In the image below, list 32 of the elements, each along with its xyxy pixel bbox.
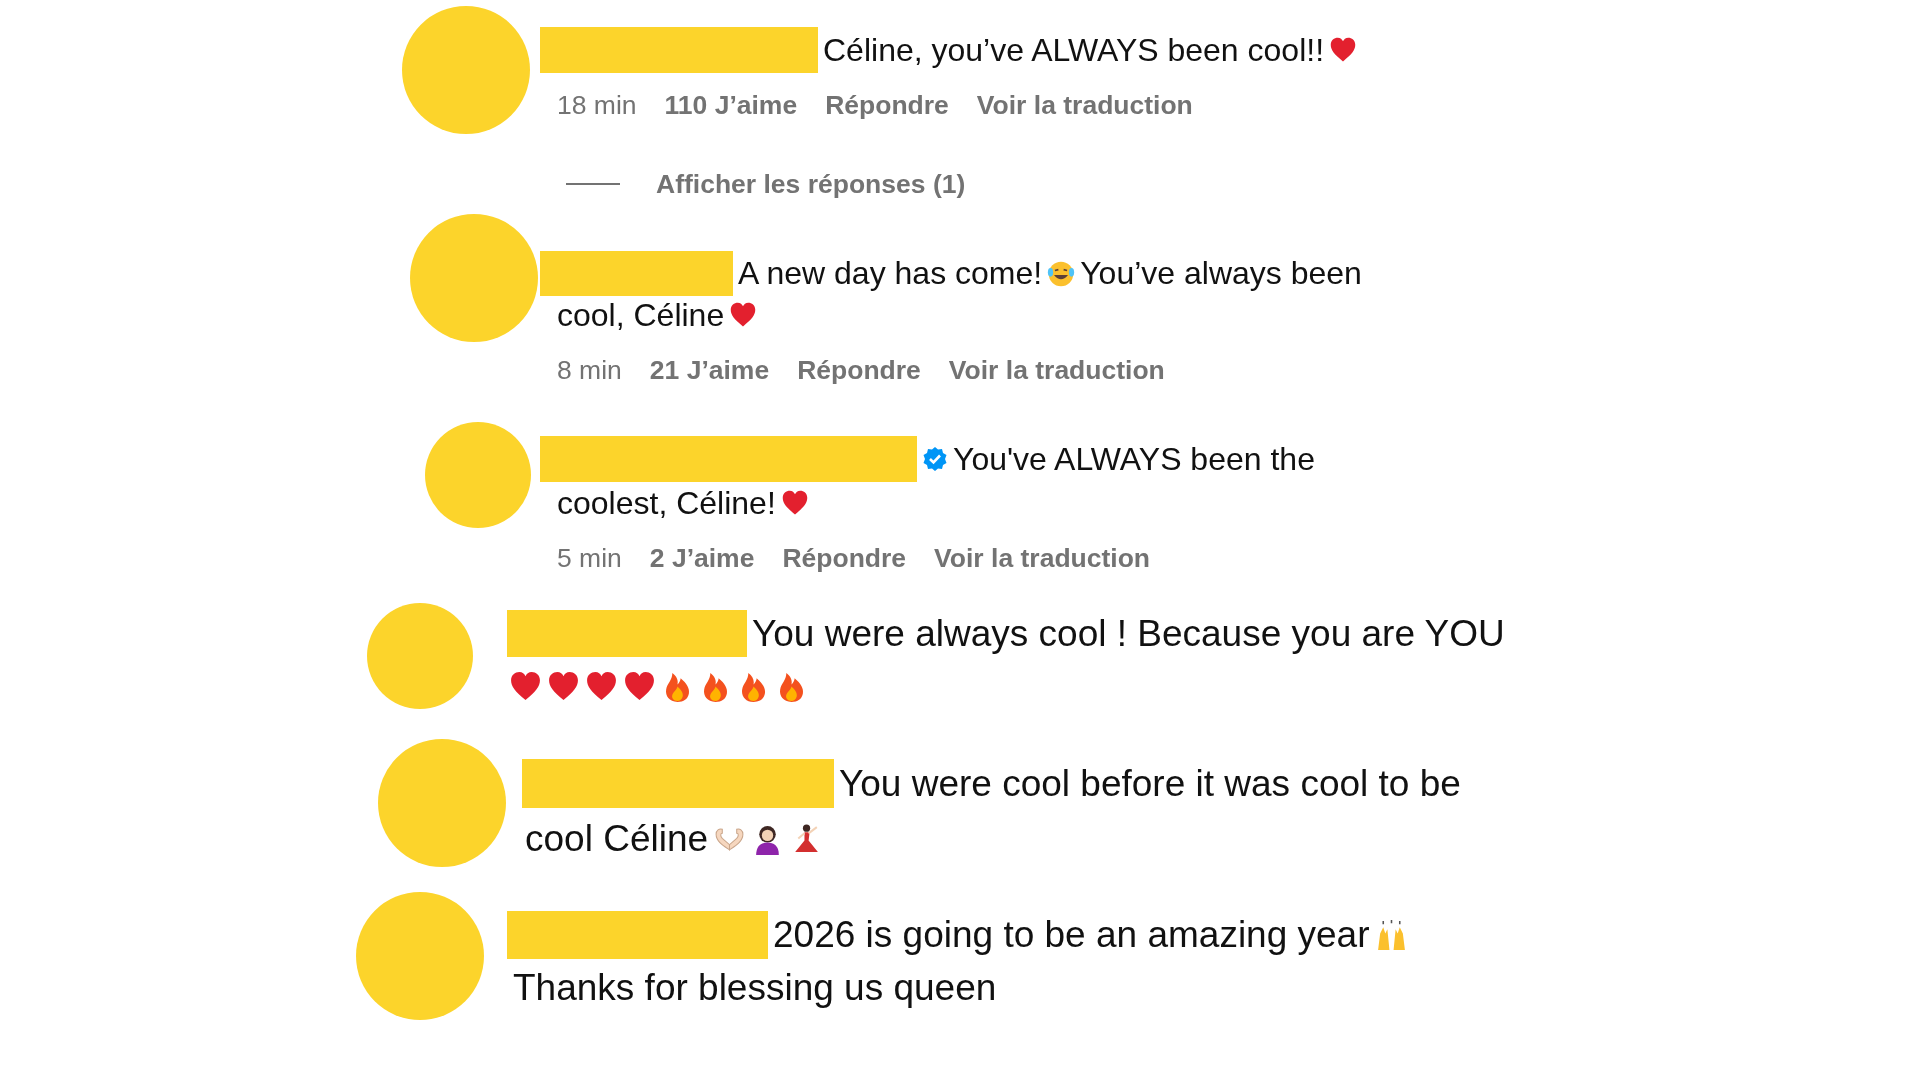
- comment-text: 2026 is going to be an amazing year: [773, 914, 1370, 956]
- reply-link[interactable]: Répondre: [797, 354, 921, 386]
- likes-link[interactable]: 110 J’aime: [664, 89, 798, 121]
- heart-icon: [623, 669, 656, 703]
- heart-icon: [585, 669, 618, 703]
- comment-text: coolest, Céline!: [557, 484, 776, 522]
- comment-text: cool Céline: [525, 818, 709, 860]
- reply-link[interactable]: Répondre: [782, 542, 907, 574]
- comment-time: 8 min: [557, 354, 622, 386]
- heart-icon: [729, 301, 758, 329]
- comment-text: You were cool before it was cool to be: [839, 762, 1461, 805]
- heart-icon: [1329, 36, 1357, 64]
- comment-text: Thanks for blessing us queen: [513, 967, 997, 1009]
- comment-text: cool, Céline: [557, 296, 725, 334]
- comment-text: You’ve always been: [1080, 255, 1362, 292]
- translate-link[interactable]: Voir la traduction: [934, 542, 1151, 574]
- comment-text: You've ALWAYS been the: [953, 440, 1315, 478]
- comment-time: 18 min: [557, 89, 637, 121]
- laughing-face-icon: [1047, 259, 1076, 288]
- comment-text: You were always cool ! Because you are YOU: [752, 612, 1505, 655]
- likes-link[interactable]: 21 J’aime: [649, 354, 770, 386]
- comment-time: 5 min: [557, 542, 622, 574]
- reply-link[interactable]: Répondre: [825, 89, 949, 121]
- heart-icon: [509, 669, 542, 703]
- show-replies-link[interactable]: Afficher les réponses (1): [656, 168, 966, 200]
- comment-text: Céline, you’ve ALWAYS been cool!!: [823, 31, 1324, 69]
- comment-text: A new day has come!: [738, 255, 1043, 292]
- translate-link[interactable]: Voir la traduction: [976, 89, 1193, 121]
- heart-icon: [547, 669, 580, 703]
- heart-icon: [780, 489, 809, 517]
- translate-link[interactable]: Voir la traduction: [948, 354, 1165, 386]
- likes-link[interactable]: 2 J’aime: [649, 542, 755, 574]
